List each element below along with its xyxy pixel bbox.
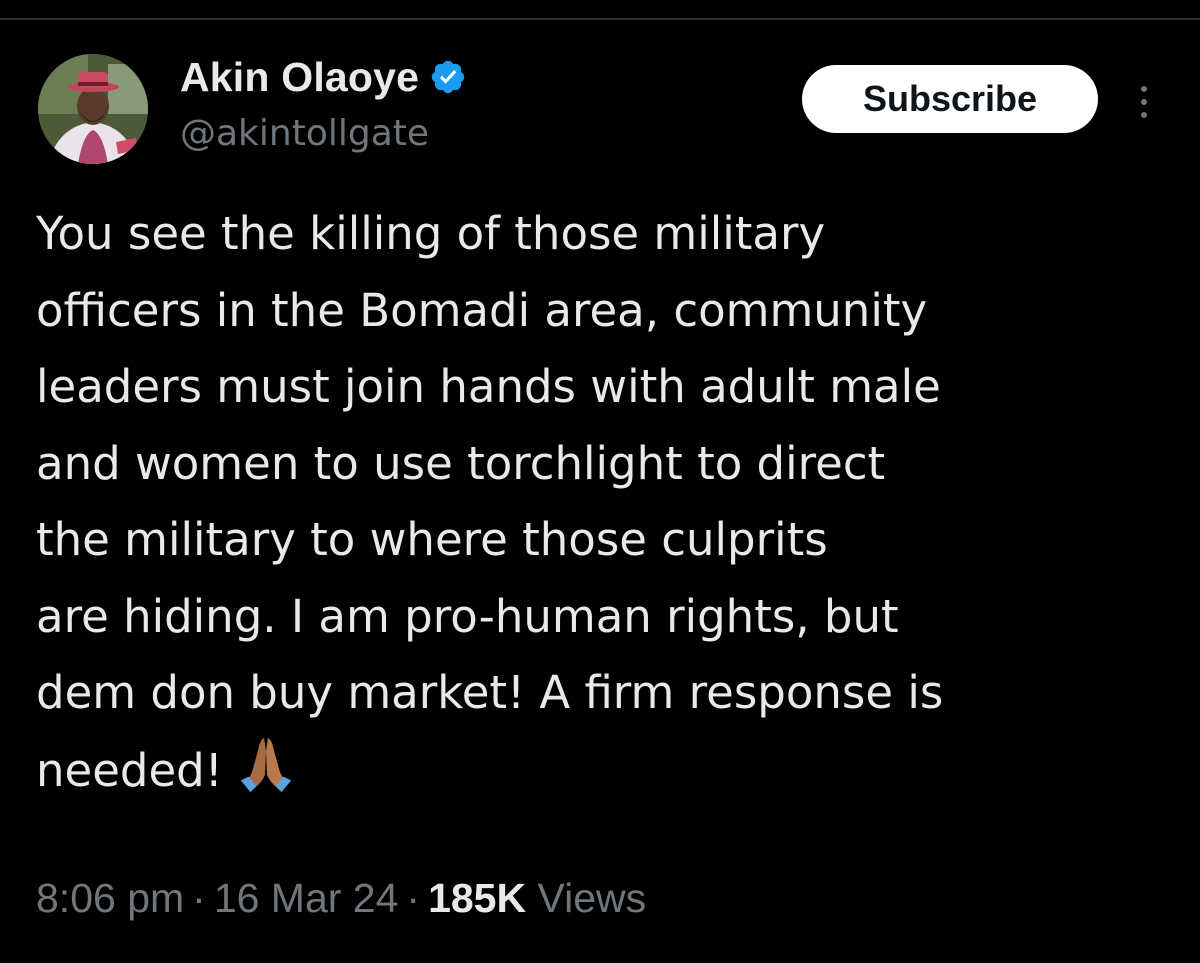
tweet-text-line: the military to where those culprits [36,513,828,566]
subscribe-button[interactable]: Subscribe [802,65,1098,133]
tweet-date[interactable]: 16 Mar 24 [214,875,399,921]
meta-separator: · [192,875,206,921]
tweet-text-line: officers in the Bomadi area, community [36,283,928,337]
author-handle[interactable]: @akintollgate [180,113,429,154]
tweet-text-line: You see the killing of those military [36,207,826,260]
folded-hands-icon [235,732,297,794]
more-dot [1141,86,1147,92]
more-dot [1141,112,1147,118]
tweet-text-line: and women to use torchlight to direct [36,436,886,490]
author-name-row: Akin Olaoye [180,52,467,102]
views-label: Views [537,875,647,921]
tweet: Akin Olaoye @akintollgate Subscribe You … [0,0,1200,963]
tweet-meta: 8:06 pm · 16 Mar 24 · 185K Views [36,875,646,922]
author-display-name[interactable]: Akin Olaoye [180,54,419,101]
verified-badge-icon[interactable] [429,58,467,96]
views-count[interactable]: 185K [428,875,526,921]
tweet-text: You see the killing of those military of… [36,196,1186,809]
more-dot [1141,99,1147,105]
tweet-text-line: are hiding. I am pro-human rights, but [36,589,899,643]
avatar-image [38,54,148,164]
tweet-text-line: leaders must join hands with adult male [36,360,941,413]
more-options-icon[interactable] [1126,74,1162,130]
tweet-text-line: dem don buy market! A firm response is [36,666,944,719]
tweet-text-last-line: needed! [36,732,1186,810]
tweet-text-line: needed! [36,743,223,797]
avatar[interactable] [38,54,148,164]
meta-separator: · [406,875,421,921]
tweet-time[interactable]: 8:06 pm [36,875,184,921]
